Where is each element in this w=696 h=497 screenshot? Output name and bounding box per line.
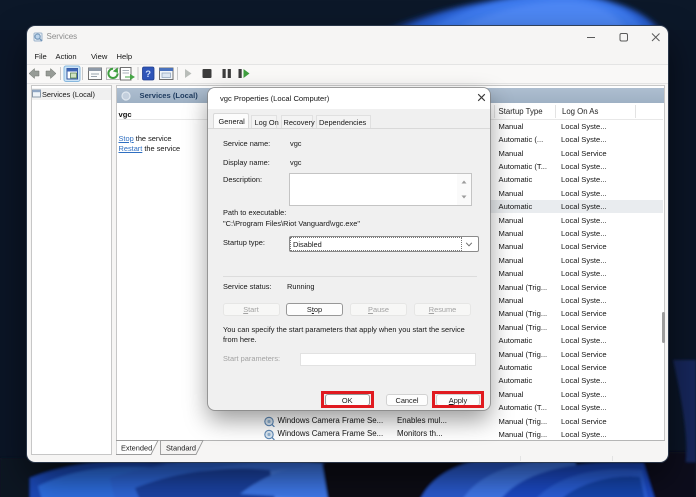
svg-text:?: ? [145,69,151,80]
svg-text:Standard: Standard [166,443,196,452]
svg-text:Extended: Extended [121,443,152,452]
